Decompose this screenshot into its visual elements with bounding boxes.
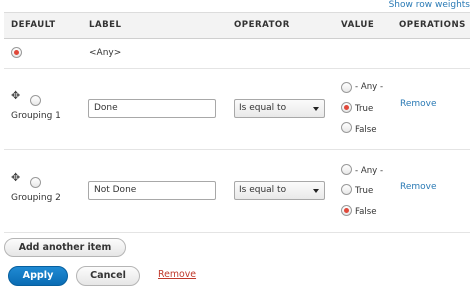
label-input-grouping-1[interactable]: Done [88,99,216,118]
value-radio-true-grouping-2[interactable] [341,184,352,195]
grouping-label: Grouping 1 [11,111,61,121]
row-divider [4,149,470,150]
move-arrows-icon[interactable]: ✥ [11,171,20,184]
remove-filter-link[interactable]: Remove [158,269,196,280]
value-option-label: True [355,186,374,196]
remove-grouping-2-link[interactable]: Remove [400,182,437,192]
operator-select-value: Is equal to [239,185,287,195]
value-radio-false-grouping-1[interactable] [341,122,352,133]
header-value: VALUE [341,20,375,30]
cancel-button[interactable]: Cancel [76,266,140,286]
operator-select-value: Is equal to [239,103,287,113]
value-radio-true-grouping-1[interactable] [341,102,352,113]
row-divider [4,232,470,233]
header-default: DEFAULT [11,20,56,30]
row-divider [4,68,470,69]
chevron-down-icon [313,189,319,193]
label-input-grouping-2[interactable]: Not Done [88,181,216,200]
chevron-down-icon [313,107,319,111]
apply-button[interactable]: Apply [8,266,68,286]
value-option-label: False [355,125,377,135]
header-operations: OPERATIONS [399,20,466,30]
add-another-item-button[interactable]: Add another item [4,238,126,257]
header-operator: OPERATOR [234,20,290,30]
any-label: <Any> [89,48,122,58]
show-row-weights-link[interactable]: Show row weights [389,0,470,10]
move-arrows-icon[interactable]: ✥ [11,89,20,102]
default-radio-grouping-1[interactable] [30,95,41,106]
value-radio-any-grouping-1[interactable] [341,82,352,93]
value-option-label: - Any - [355,166,384,176]
remove-grouping-1-link[interactable]: Remove [400,99,437,109]
default-radio-grouping-2[interactable] [30,177,41,188]
value-option-label: - Any - [355,82,384,92]
value-radio-false-grouping-2[interactable] [341,205,352,216]
value-option-label: False [355,207,377,217]
value-option-label: True [355,104,374,114]
default-radio-any[interactable] [11,47,22,58]
operator-select-grouping-1[interactable]: Is equal to [234,99,325,118]
header-label: LABEL [89,20,122,30]
grouping-label: Grouping 2 [11,193,61,203]
operator-select-grouping-2[interactable]: Is equal to [234,181,325,200]
value-radio-any-grouping-2[interactable] [341,164,352,175]
